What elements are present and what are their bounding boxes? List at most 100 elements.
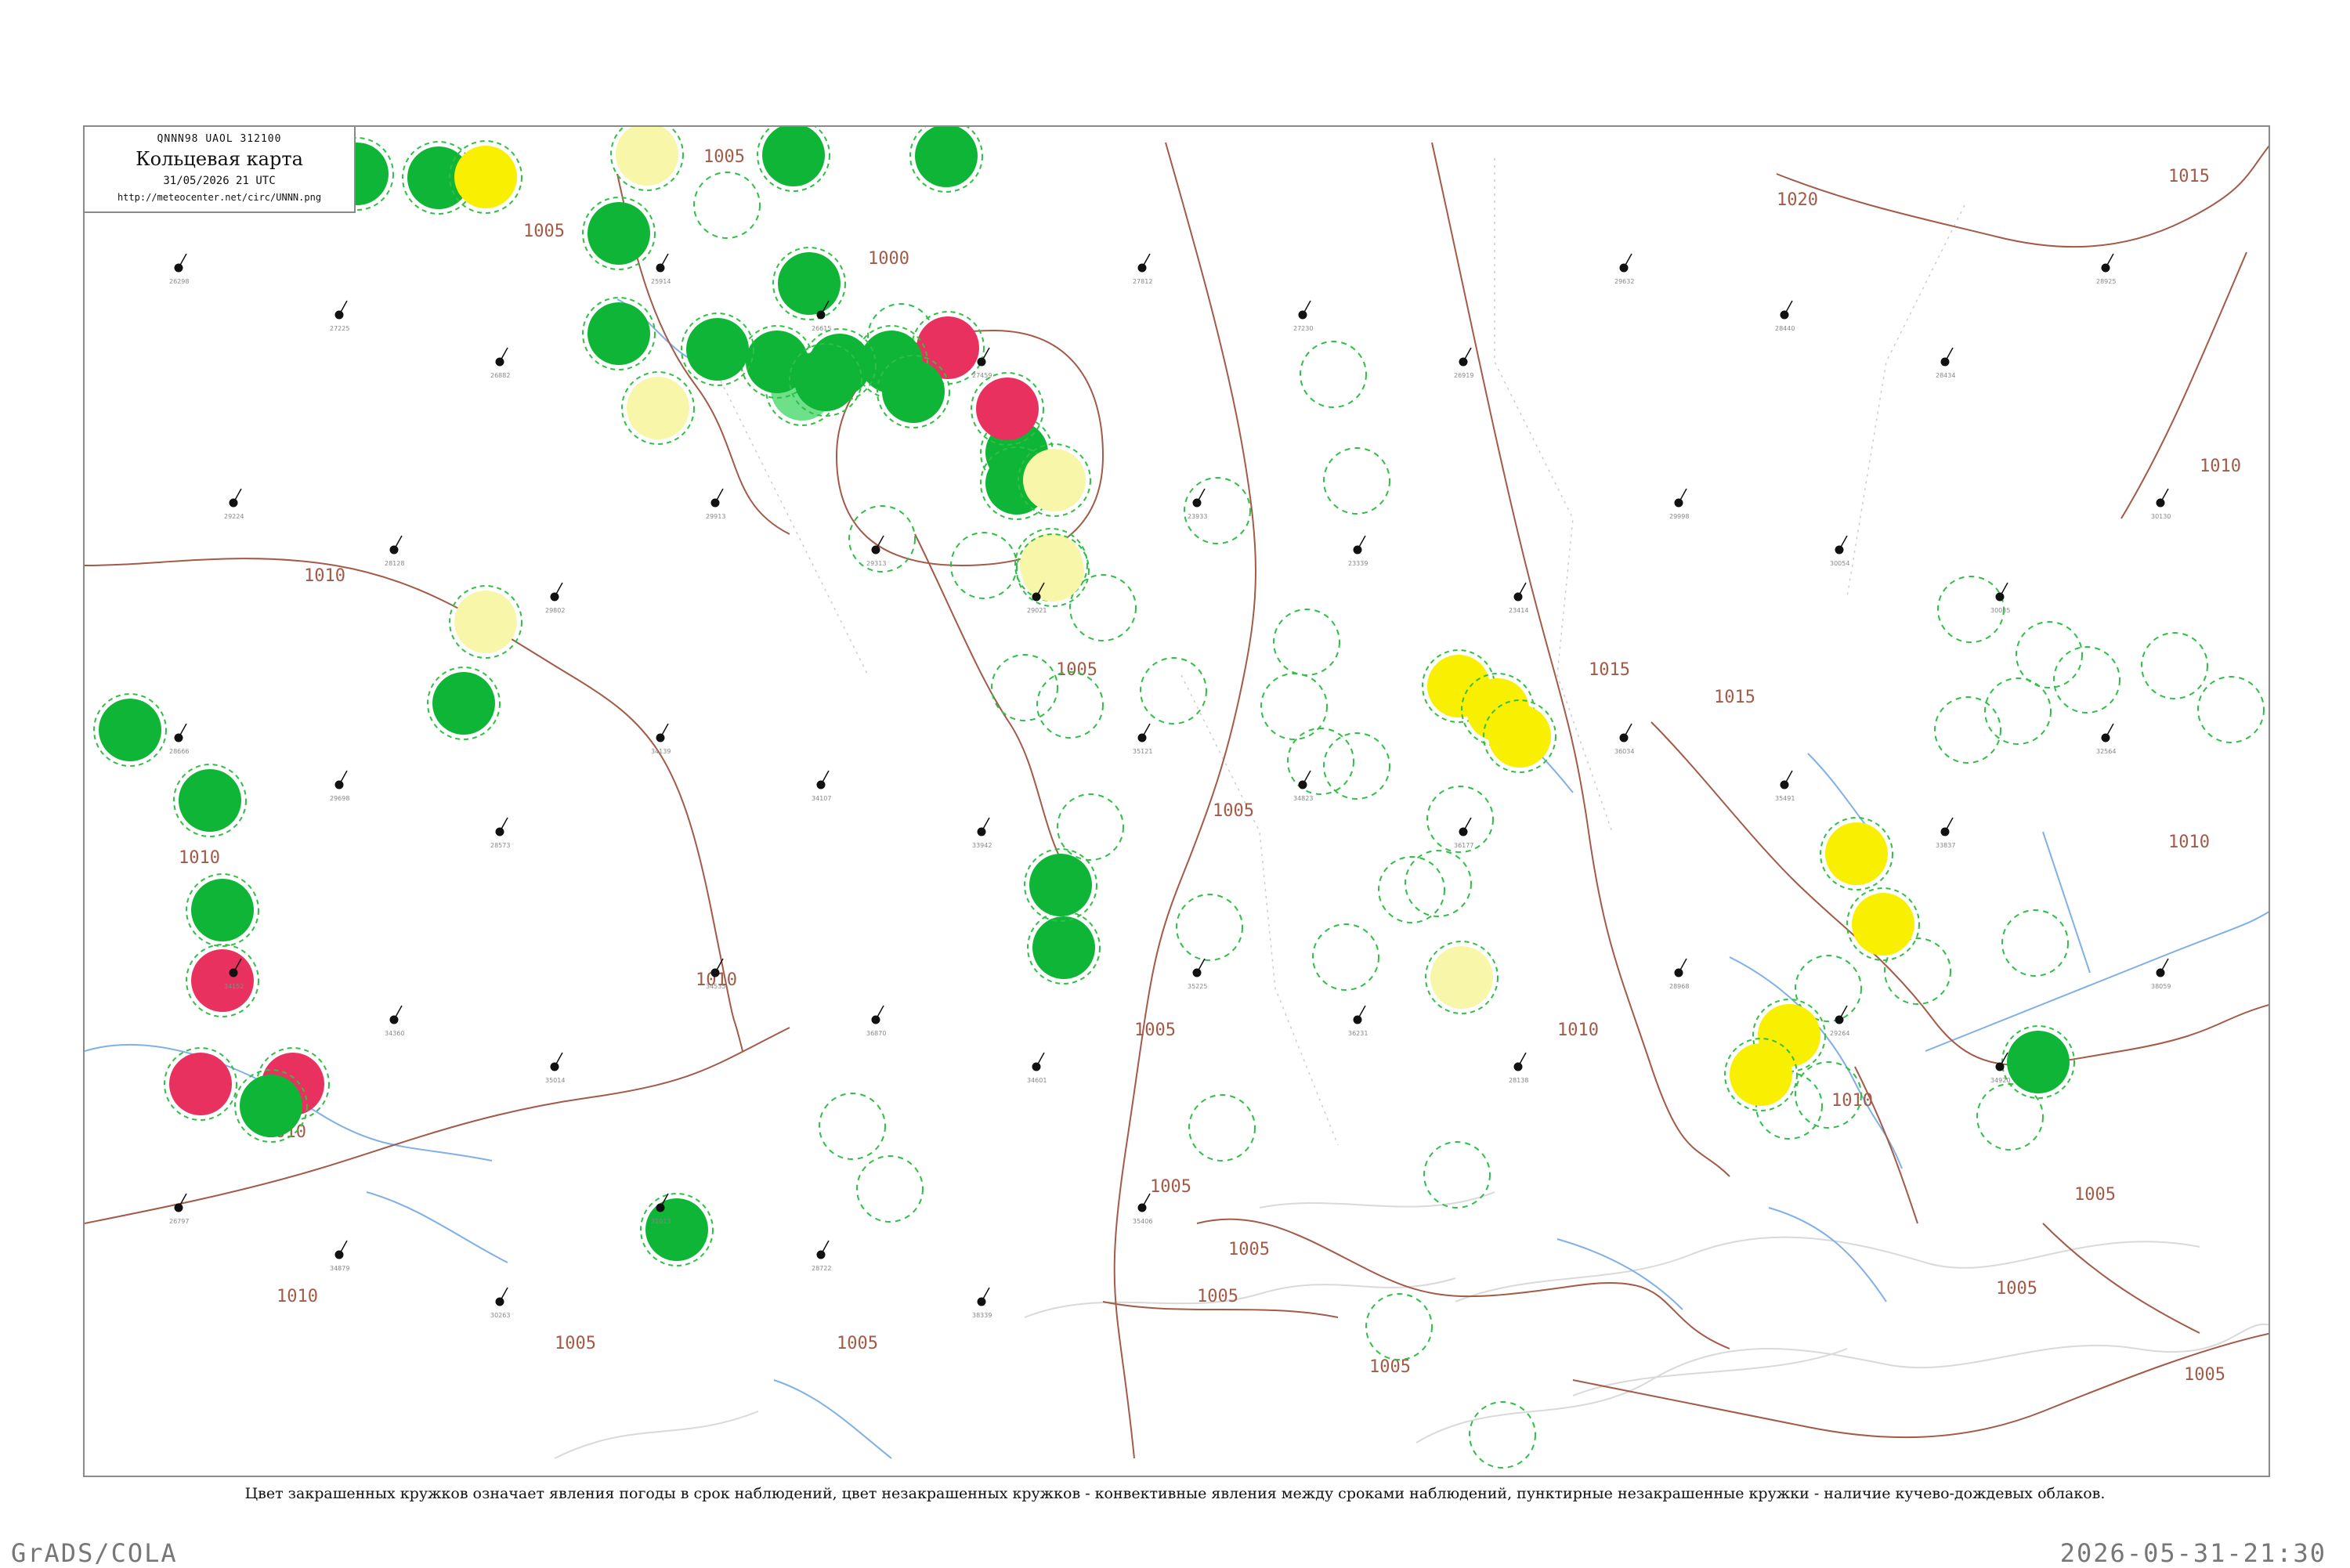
station-plot[interactable]: 28128 <box>385 535 404 567</box>
station-plot[interactable]: 35014 <box>545 1052 565 1084</box>
station-plot[interactable]: 28968 <box>1669 958 1689 990</box>
weather-circle <box>1021 539 1084 602</box>
weather-circle <box>454 146 517 208</box>
station-plot[interactable]: 26919 <box>1454 347 1473 379</box>
wind-barb-icon <box>1838 535 1848 551</box>
station-plot[interactable]: 28138 <box>1509 1052 1528 1084</box>
wind-barb-icon <box>2105 723 2114 739</box>
wind-barb-icon <box>178 1193 187 1209</box>
cb-circle <box>1423 1141 1491 1209</box>
station-plot[interactable]: 36231 <box>1348 1005 1368 1037</box>
station-plot[interactable]: 34823 <box>1293 770 1313 802</box>
station-plot[interactable]: 30035 <box>1990 582 2010 614</box>
station-plot[interactable]: 35225 <box>1188 958 1207 990</box>
station-plot[interactable]: 26298 <box>169 253 189 285</box>
wind-barb-icon <box>1357 1005 1366 1021</box>
isobar-label: 1000 <box>868 249 909 269</box>
station-id: 32564 <box>2096 748 2116 755</box>
station-id: 34823 <box>1293 795 1313 802</box>
station-plot[interactable]: 34879 <box>330 1240 349 1272</box>
station-plot[interactable]: 38339 <box>972 1287 992 1319</box>
wind-barb-icon <box>1623 253 1632 269</box>
station-plot[interactable]: 29313 <box>866 535 886 567</box>
cb-circle <box>856 1155 924 1223</box>
weather-circle <box>627 377 689 439</box>
station-plot[interactable]: 35491 <box>1775 770 1795 802</box>
wind-barb-icon <box>1357 535 1366 551</box>
wind-barb-icon <box>499 1287 508 1302</box>
isobar-label: 1010 <box>179 848 220 868</box>
station-id: 34152 <box>224 983 244 990</box>
station-plot[interactable]: 25914 <box>651 253 671 285</box>
station-id: 34601 <box>1027 1077 1047 1084</box>
station-plot[interactable]: 29913 <box>706 488 725 520</box>
weather-circle <box>169 1053 232 1115</box>
station-id: 28666 <box>169 748 189 755</box>
station-plot[interactable]: 30263 <box>490 1287 510 1319</box>
station-plot[interactable]: 34107 <box>812 770 831 802</box>
station-plot[interactable]: 26797 <box>169 1193 189 1225</box>
station-plot[interactable]: 34601 <box>1027 1052 1047 1084</box>
isobar-label: 1005 <box>523 222 565 241</box>
weather-circle <box>1430 946 1493 1009</box>
station-id: 29913 <box>706 513 725 520</box>
map-title-box: QNNN98 UAOL 312100 Кольцевая карта 31/05… <box>83 125 356 213</box>
station-plot[interactable]: 36177 <box>1454 817 1473 849</box>
station-plot[interactable]: 36870 <box>866 1005 886 1037</box>
weather-circle <box>1852 893 1914 956</box>
station-plot[interactable]: 23414 <box>1509 582 1528 614</box>
station-plot[interactable]: 29698 <box>330 770 349 802</box>
station-id: 27225 <box>330 325 349 332</box>
station-plot[interactable]: 30054 <box>1830 535 1849 567</box>
station-plot[interactable]: 27812 <box>1133 253 1152 285</box>
isobar-label: 1015 <box>1589 660 1630 680</box>
station-plot[interactable]: 28722 <box>812 1240 831 1272</box>
station-plot[interactable]: 30130 <box>2151 488 2171 520</box>
station-plot[interactable]: 27230 <box>1293 300 1313 332</box>
station-plot[interactable]: 26882 <box>490 347 510 379</box>
station-plot[interactable]: 28666 <box>169 723 189 755</box>
station-plot[interactable]: 29264 <box>1830 1005 1849 1037</box>
station-plot[interactable]: 28434 <box>1936 347 1955 379</box>
station-plot[interactable]: 32564 <box>2096 723 2116 755</box>
station-plot[interactable]: 29224 <box>224 488 244 520</box>
station-plot[interactable]: 23933 <box>1188 488 1207 520</box>
station-id: 30035 <box>1990 607 2010 614</box>
station-plot[interactable]: 28925 <box>2096 253 2116 285</box>
station-plot[interactable]: 34360 <box>385 1005 404 1037</box>
station-id: 35225 <box>1188 983 1207 990</box>
station-id: 36870 <box>866 1030 886 1037</box>
station-plot[interactable]: 33837 <box>1936 817 1955 849</box>
wind-barb-icon <box>1302 300 1311 316</box>
isobar-label: 1010 <box>277 1287 318 1306</box>
station-plot[interactable]: 27225 <box>330 300 349 332</box>
station-id: 38059 <box>2151 983 2171 990</box>
station-plot[interactable]: 29998 <box>1669 488 1689 520</box>
station-id: 29802 <box>545 607 565 614</box>
wind-barb-icon <box>1462 347 1472 363</box>
station-plot[interactable]: 38059 <box>2151 958 2171 990</box>
station-plot[interactable]: 29802 <box>545 582 565 614</box>
isobar-label: 1005 <box>1150 1177 1191 1197</box>
station-plot[interactable]: 35406 <box>1133 1193 1152 1225</box>
wind-barb-icon <box>1462 817 1472 833</box>
cb-circle <box>2001 909 2069 977</box>
station-id: 31013 <box>651 1218 671 1225</box>
synoptic-map[interactable]: 1000 1005 1005 1005 1005 1005 1005 1005 … <box>83 125 2270 1477</box>
station-plot[interactable]: 34139 <box>651 723 671 755</box>
station-id: 36231 <box>1348 1030 1368 1037</box>
station-plot[interactable]: 35121 <box>1133 723 1152 755</box>
station-plot[interactable]: 23339 <box>1348 535 1368 567</box>
station-plot[interactable]: 33942 <box>972 817 992 849</box>
weather-circle <box>976 378 1039 440</box>
wind-barb-icon <box>1196 488 1206 504</box>
wind-barb-icon <box>499 347 508 363</box>
map-source-url[interactable]: http://meteocenter.net/circ/UNNN.png <box>85 192 354 203</box>
station-id: 29224 <box>224 513 244 520</box>
station-plot[interactable]: 36034 <box>1614 723 1634 755</box>
station-plot[interactable]: 28573 <box>490 817 510 849</box>
station-plot[interactable]: 28440 <box>1775 300 1795 332</box>
wind-barb-icon <box>981 347 990 363</box>
station-id: 33837 <box>1936 842 1955 849</box>
station-plot[interactable]: 29632 <box>1614 253 1634 285</box>
